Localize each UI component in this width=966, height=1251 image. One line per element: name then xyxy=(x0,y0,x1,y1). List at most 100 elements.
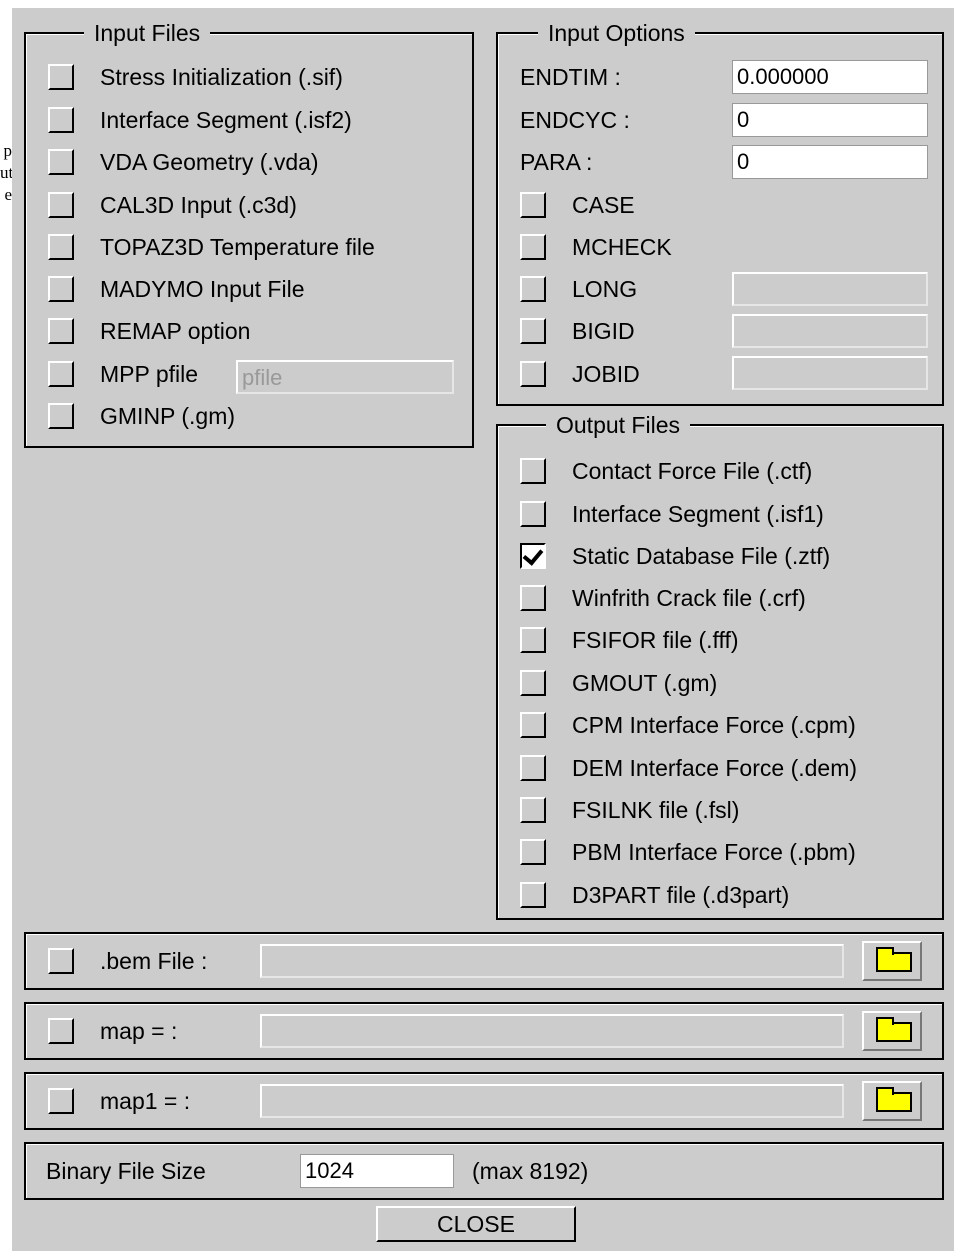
long-input[interactable] xyxy=(732,272,928,306)
checkbox-label: MADYMO Input File xyxy=(100,275,305,302)
input-file-item[interactable]: GMINP (.gm) xyxy=(48,401,235,431)
checkbox[interactable] xyxy=(520,192,546,218)
input-file-item[interactable]: MADYMO Input File xyxy=(48,274,305,304)
checkbox[interactable] xyxy=(520,712,546,738)
map-panel: map = : xyxy=(24,1002,944,1060)
input-file-item[interactable]: Interface Segment (.isf2) xyxy=(48,105,352,135)
mcheck-option[interactable]: MCHECK xyxy=(520,232,672,262)
checkbox[interactable] xyxy=(520,627,546,653)
checkbox[interactable] xyxy=(520,882,546,908)
jobid-option[interactable]: JOBID xyxy=(520,359,640,389)
checkbox[interactable] xyxy=(520,755,546,781)
endcyc-label: ENDCYC : xyxy=(520,106,630,133)
output-file-item[interactable]: Winfrith Crack file (.crf) xyxy=(520,583,806,613)
input-file-item[interactable]: VDA Geometry (.vda) xyxy=(48,147,319,177)
checkbox-label: FSIFOR file (.fff) xyxy=(572,626,739,653)
checkbox[interactable] xyxy=(48,403,74,429)
checkbox[interactable] xyxy=(520,361,546,387)
output-file-item[interactable]: PBM Interface Force (.pbm) xyxy=(520,837,856,867)
output-files-title: Output Files xyxy=(546,410,690,440)
checkbox-label: map = : xyxy=(100,1017,178,1044)
checkbox[interactable] xyxy=(48,234,74,260)
checkbox-label: PBM Interface Force (.pbm) xyxy=(572,838,856,865)
checkbox[interactable] xyxy=(48,1088,74,1114)
checkbox[interactable] xyxy=(48,318,74,344)
checkbox-label: FSILNK file (.fsl) xyxy=(572,796,740,823)
checkbox-label: Static Database File (.ztf) xyxy=(572,542,831,569)
checkbox-label: GMINP (.gm) xyxy=(100,402,236,429)
output-file-item[interactable]: FSIFOR file (.fff) xyxy=(520,625,739,655)
checkbox-checked[interactable] xyxy=(520,543,546,569)
input-file-item[interactable]: CAL3D Input (.c3d) xyxy=(48,190,297,220)
pfile-input[interactable]: pfile xyxy=(236,360,454,394)
output-file-item[interactable]: Interface Segment (.isf1) xyxy=(520,499,824,529)
checkbox[interactable] xyxy=(520,234,546,260)
input-file-item[interactable]: REMAP option xyxy=(48,316,250,346)
checkbox[interactable] xyxy=(520,318,546,344)
bem-file-input[interactable] xyxy=(260,944,844,978)
map1-input[interactable] xyxy=(260,1084,844,1118)
checkbox-label: Contact Force File (.ctf) xyxy=(572,457,813,484)
input-files-group: Input Files Stress Initialization (.sif)… xyxy=(24,18,474,448)
input-options-group: Input Options ENDTIM : 0.000000 ENDCYC :… xyxy=(496,18,944,406)
long-option[interactable]: LONG xyxy=(520,274,637,304)
bigid-input[interactable] xyxy=(732,314,928,348)
case-option[interactable]: CASE xyxy=(520,190,635,220)
checkbox[interactable] xyxy=(520,276,546,302)
map1-browse-button[interactable] xyxy=(862,1081,922,1121)
bigid-option[interactable]: BIGID xyxy=(520,316,635,346)
input-file-item[interactable]: Stress Initialization (.sif) xyxy=(48,62,343,92)
checkbox[interactable] xyxy=(520,839,546,865)
bem-file-option[interactable]: .bem File : xyxy=(48,946,207,976)
output-options-dialog: Input Files Stress Initialization (.sif)… xyxy=(12,8,954,1251)
checkbox[interactable] xyxy=(520,458,546,484)
output-file-item[interactable]: FSILNK file (.fsl) xyxy=(520,795,739,825)
output-file-item[interactable]: GMOUT (.gm) xyxy=(520,668,717,698)
checkbox-label: Interface Segment (.isf2) xyxy=(100,106,352,133)
checkbox[interactable] xyxy=(48,948,74,974)
binary-size-panel: Binary File Size 1024 (max 8192) xyxy=(24,1142,944,1200)
checkbox[interactable] xyxy=(48,64,74,90)
map-option[interactable]: map = : xyxy=(48,1016,177,1046)
bem-browse-button[interactable] xyxy=(862,941,922,981)
checkbox[interactable] xyxy=(48,1018,74,1044)
checkbox[interactable] xyxy=(48,107,74,133)
para-input[interactable]: 0 xyxy=(732,145,928,179)
checkbox-label: map1 = : xyxy=(100,1087,191,1114)
checkbox-label: .bem File : xyxy=(100,947,208,974)
output-file-item[interactable]: Contact Force File (.ctf) xyxy=(520,456,812,486)
input-file-item[interactable]: MPP pfile xyxy=(48,359,198,389)
jobid-input[interactable] xyxy=(732,356,928,390)
folder-icon xyxy=(876,1087,912,1112)
checkbox-label: DEM Interface Force (.dem) xyxy=(572,754,858,781)
checkbox[interactable] xyxy=(520,670,546,696)
checkbox[interactable] xyxy=(48,276,74,302)
input-file-item[interactable]: TOPAZ3D Temperature file xyxy=(48,232,375,262)
output-file-item[interactable]: D3PART file (.d3part) xyxy=(520,880,789,910)
checkbox-label: MCHECK xyxy=(572,233,672,260)
output-file-item[interactable]: DEM Interface Force (.dem) xyxy=(520,753,857,783)
checkbox-label: CPM Interface Force (.cpm) xyxy=(572,711,856,738)
endcyc-input[interactable]: 0 xyxy=(732,103,928,137)
para-label: PARA : xyxy=(520,148,593,175)
close-button[interactable]: CLOSE xyxy=(376,1206,576,1242)
output-file-item[interactable]: CPM Interface Force (.cpm) xyxy=(520,710,856,740)
checkbox[interactable] xyxy=(48,192,74,218)
map-input[interactable] xyxy=(260,1014,844,1048)
bem-file-panel: .bem File : xyxy=(24,932,944,990)
checkbox[interactable] xyxy=(520,501,546,527)
output-file-item[interactable]: Static Database File (.ztf) xyxy=(520,541,830,571)
map-browse-button[interactable] xyxy=(862,1011,922,1051)
checkbox-label: JOBID xyxy=(572,360,640,387)
map1-panel: map1 = : xyxy=(24,1072,944,1130)
folder-icon xyxy=(876,1017,912,1042)
checkbox[interactable] xyxy=(48,361,74,387)
checkbox[interactable] xyxy=(48,149,74,175)
input-options-title: Input Options xyxy=(538,18,695,48)
map1-option[interactable]: map1 = : xyxy=(48,1086,190,1116)
checkbox-label: Stress Initialization (.sif) xyxy=(100,63,343,90)
checkbox[interactable] xyxy=(520,585,546,611)
binary-size-input[interactable]: 1024 xyxy=(300,1154,454,1188)
endtim-input[interactable]: 0.000000 xyxy=(732,60,928,94)
checkbox[interactable] xyxy=(520,797,546,823)
